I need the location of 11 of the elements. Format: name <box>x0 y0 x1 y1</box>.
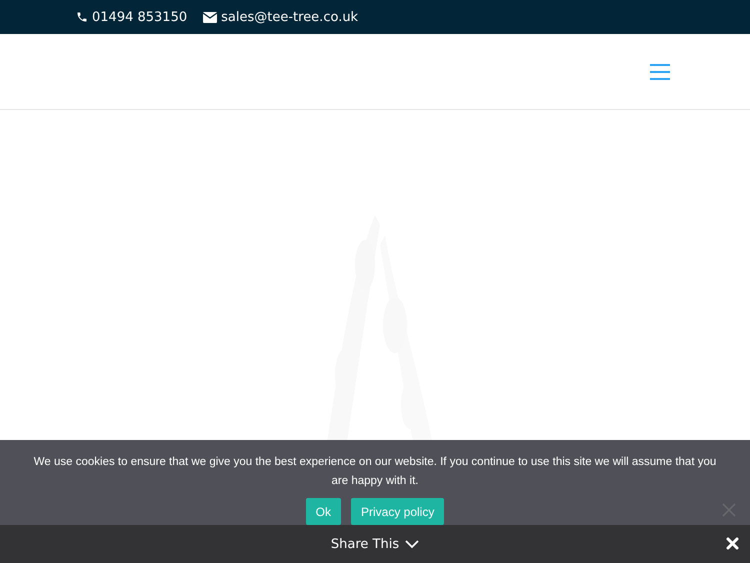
cookie-message: We use cookies to ensure that we give you the best experience on our website. If you continue to use this site we will assume that you are happy with it. <box>32 455 718 489</box>
share-toggle[interactable]: Share This <box>330 536 420 552</box>
envelope-icon <box>203 12 218 22</box>
email-address: sales@tee-tree.co.uk <box>221 10 358 24</box>
privacy-policy-button[interactable]: Privacy policy <box>350 498 444 525</box>
ok-button[interactable]: Ok <box>306 498 341 525</box>
phone-number: 01494 853150 <box>92 10 188 24</box>
phone-icon <box>76 11 88 23</box>
menu-icon[interactable] <box>650 64 670 80</box>
chevron-down-icon <box>405 540 420 548</box>
close-icon[interactable] <box>726 537 739 550</box>
